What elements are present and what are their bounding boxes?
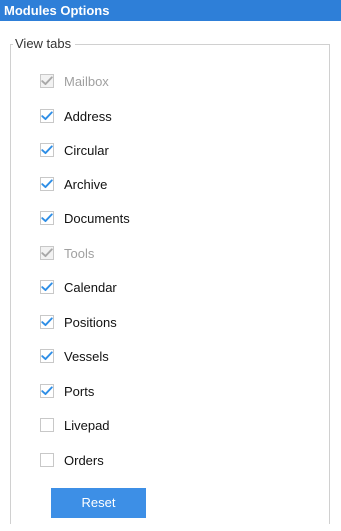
modules-options-panel: Modules Options View tabs Mailbox Address… xyxy=(0,0,341,531)
reset-button[interactable]: Reset xyxy=(51,488,146,518)
panel-title: Modules Options xyxy=(0,0,341,21)
checkbox-address[interactable] xyxy=(40,109,54,123)
checkmark-icon xyxy=(41,386,53,396)
option-label: Mailbox xyxy=(64,73,109,89)
option-archive[interactable]: Archive xyxy=(40,174,107,194)
checkbox-archive[interactable] xyxy=(40,177,54,191)
checkmark-icon xyxy=(41,213,53,223)
checkbox-ports[interactable] xyxy=(40,384,54,398)
option-calendar[interactable]: Calendar xyxy=(40,277,117,297)
checkbox-orders[interactable] xyxy=(40,453,54,467)
checkmark-icon xyxy=(41,145,53,155)
option-circular[interactable]: Circular xyxy=(40,140,109,160)
option-mailbox: Mailbox xyxy=(40,71,109,91)
option-label: Circular xyxy=(64,142,109,158)
checkbox-circular[interactable] xyxy=(40,143,54,157)
option-label: Ports xyxy=(64,383,95,399)
option-label: Address xyxy=(64,108,112,124)
option-vessels[interactable]: Vessels xyxy=(40,346,109,366)
option-documents[interactable]: Documents xyxy=(40,208,130,228)
option-label: Livepad xyxy=(64,417,110,433)
checkbox-livepad[interactable] xyxy=(40,418,54,432)
option-tools: Tools xyxy=(40,243,94,263)
option-orders[interactable]: Orders xyxy=(40,450,104,470)
checkmark-icon xyxy=(41,317,53,327)
checkbox-mailbox xyxy=(40,74,54,88)
checkbox-vessels[interactable] xyxy=(40,349,54,363)
checkbox-positions[interactable] xyxy=(40,315,54,329)
checkmark-icon xyxy=(41,248,53,258)
option-address[interactable]: Address xyxy=(40,106,112,126)
option-label: Archive xyxy=(64,176,108,192)
option-livepad[interactable]: Livepad xyxy=(40,415,110,435)
option-label: Orders xyxy=(64,452,104,468)
option-label: Documents xyxy=(64,210,130,226)
checkmark-icon xyxy=(41,282,53,292)
checkmark-icon xyxy=(41,111,53,121)
option-label: Positions xyxy=(64,314,117,330)
option-positions[interactable]: Positions xyxy=(40,312,117,332)
option-label: Tools xyxy=(64,245,95,261)
checkmark-icon xyxy=(41,179,53,189)
checkmark-icon xyxy=(41,76,53,86)
view-tabs-legend: View tabs xyxy=(13,36,76,52)
option-label: Calendar xyxy=(64,279,117,295)
checkbox-calendar[interactable] xyxy=(40,280,54,294)
checkmark-icon xyxy=(41,351,53,361)
option-label: Vessels xyxy=(64,348,109,364)
checkbox-documents[interactable] xyxy=(40,211,54,225)
checkbox-tools xyxy=(40,246,54,260)
option-ports[interactable]: Ports xyxy=(40,381,94,401)
